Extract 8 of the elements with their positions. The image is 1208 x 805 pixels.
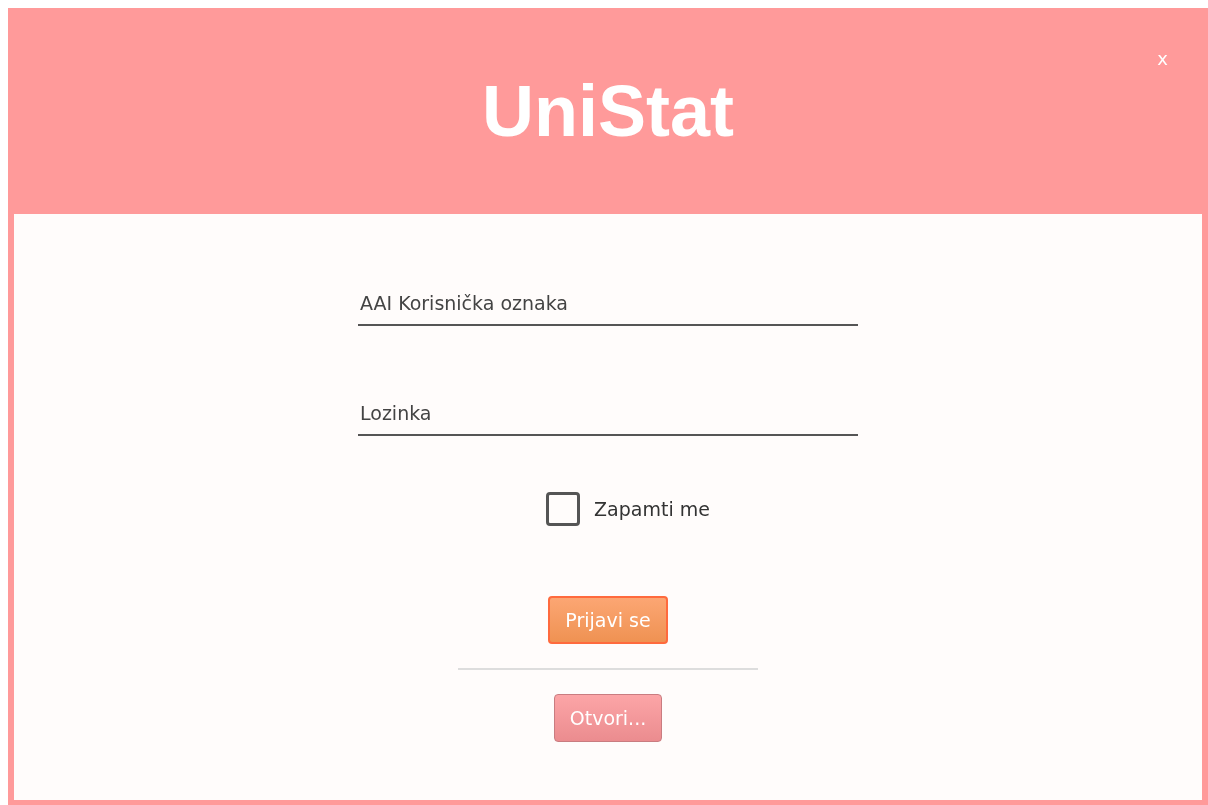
- app-title: UniStat: [482, 75, 734, 147]
- username-field[interactable]: AAI Korisnička oznaka: [358, 282, 858, 326]
- open-button[interactable]: Otvori...: [553, 694, 663, 742]
- close-button[interactable]: x: [1157, 50, 1168, 68]
- password-field[interactable]: Lozinka: [358, 392, 858, 436]
- remember-label: Zapamti me: [594, 496, 710, 522]
- remember-checkbox[interactable]: [546, 492, 581, 526]
- login-button[interactable]: Prijavi se: [548, 596, 668, 644]
